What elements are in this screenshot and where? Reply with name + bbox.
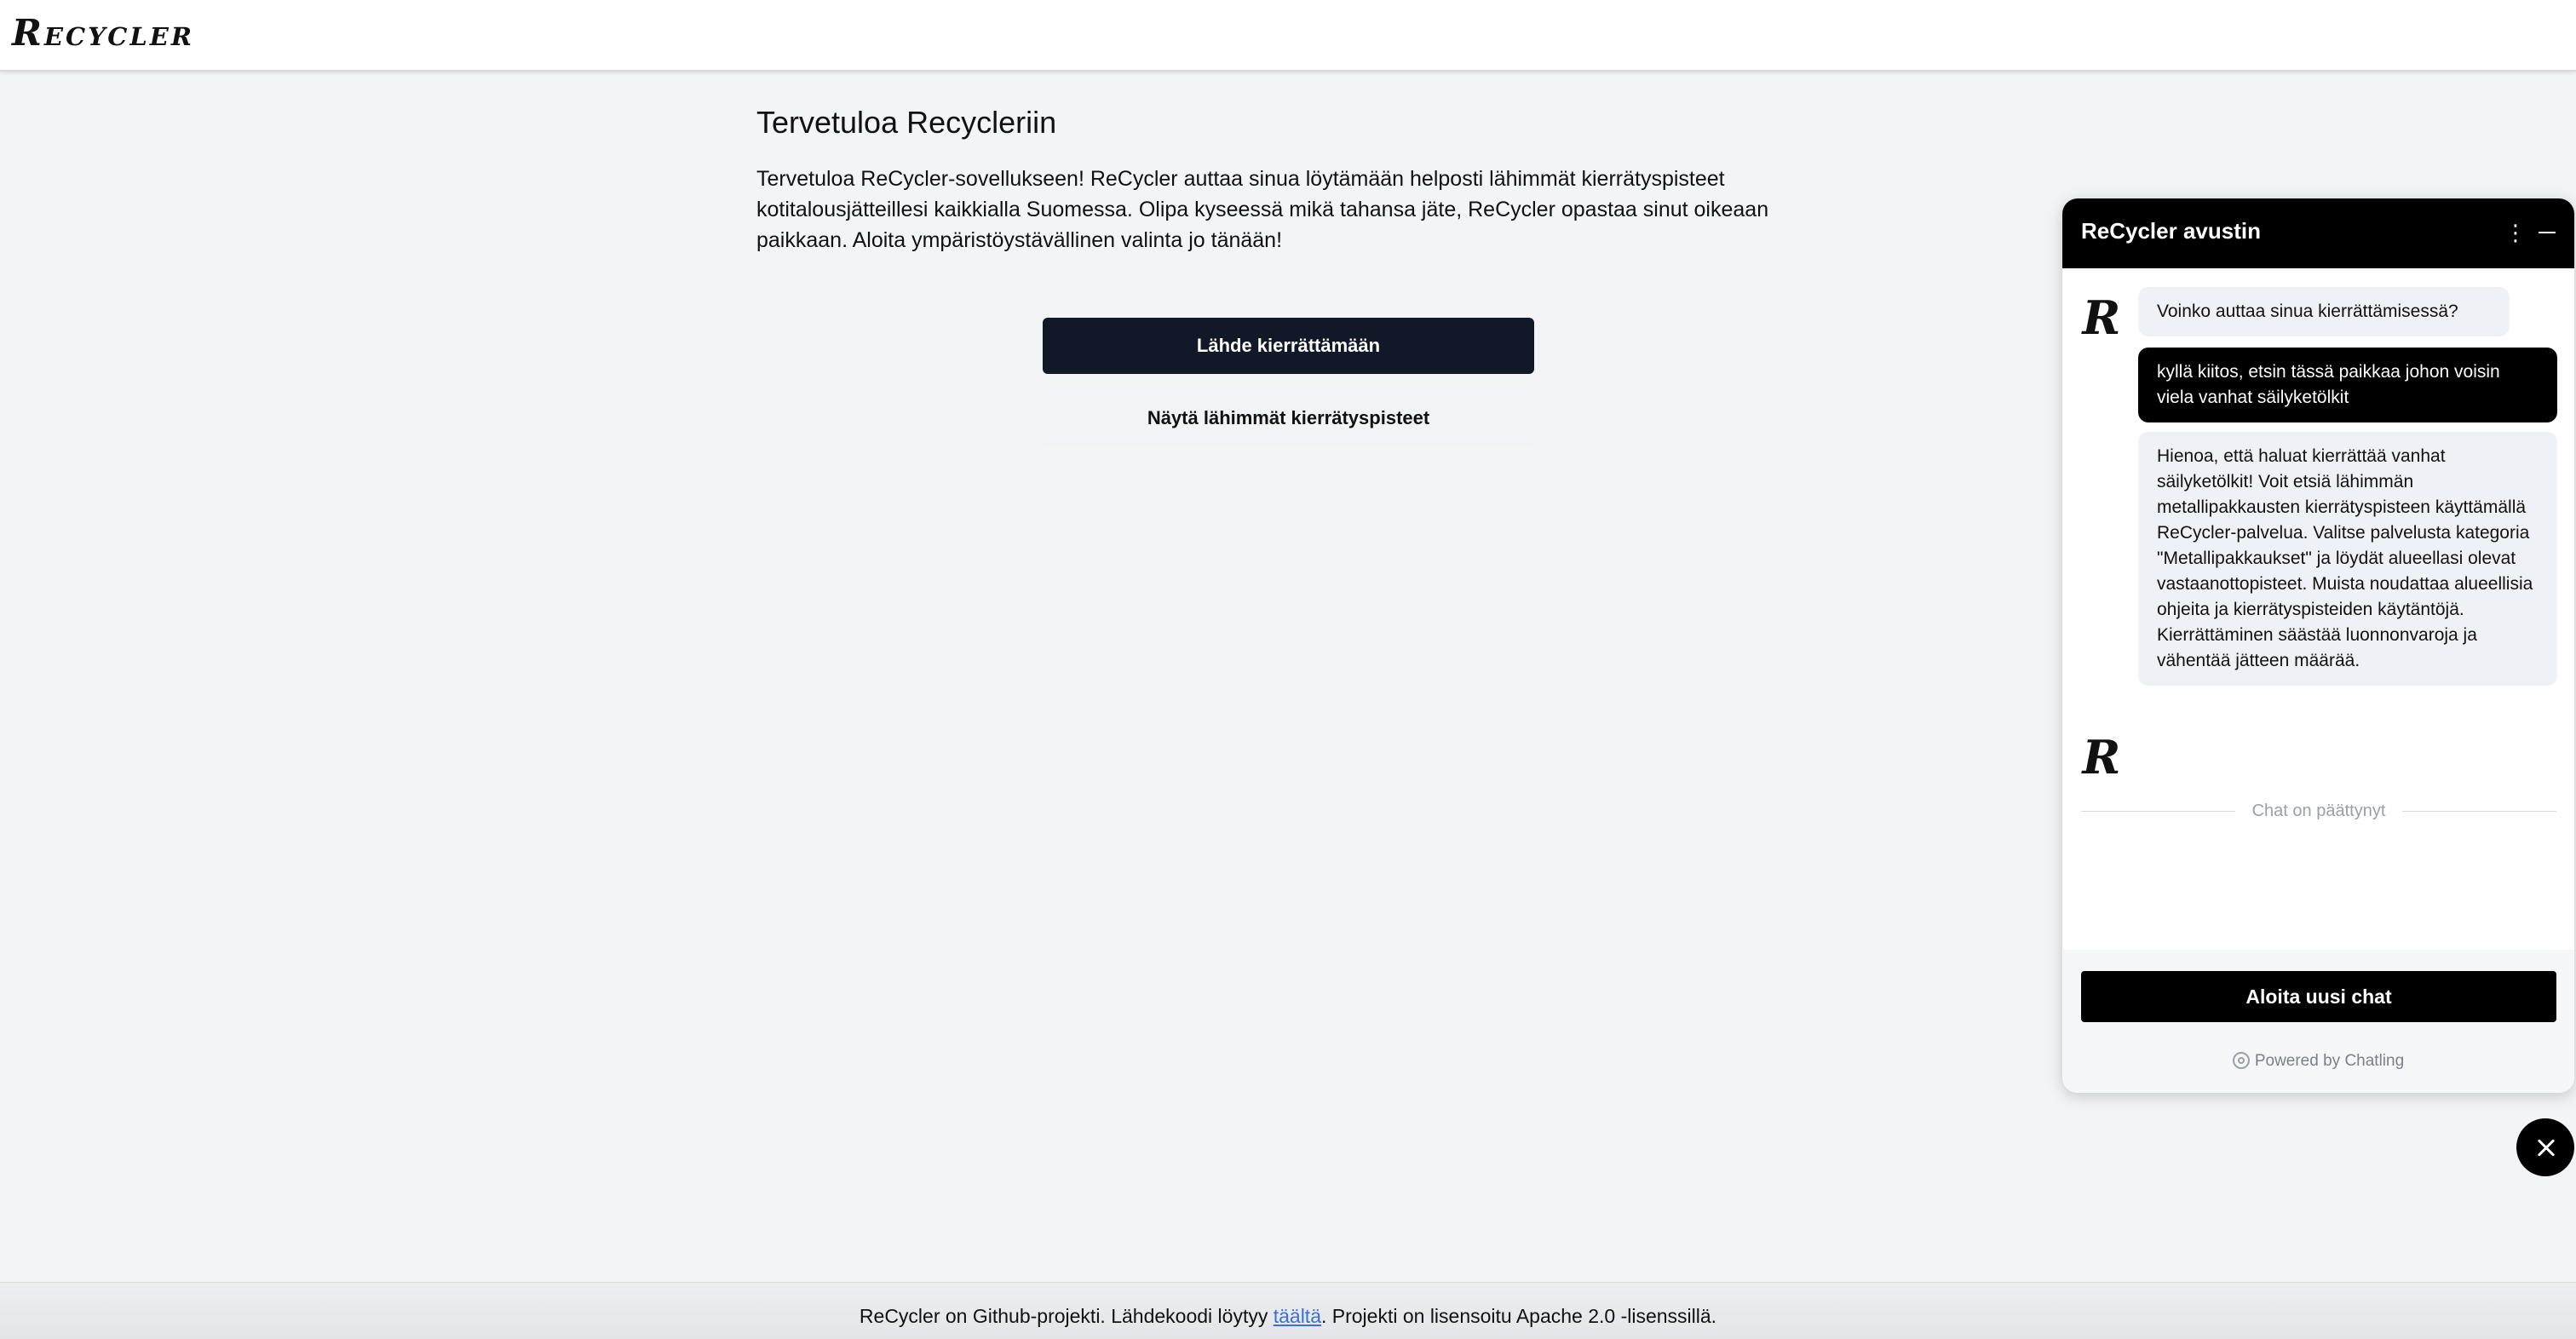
chat-ended-divider: Chat on päättynyt — [2081, 798, 2556, 824]
chat-footer: Aloita uusi chat Powered by Chatling — [2062, 950, 2574, 1093]
recycler-logo[interactable]: Recycler — [12, 12, 194, 54]
source-code-link[interactable]: täältä — [1274, 1305, 1321, 1327]
chatling-icon — [2232, 1052, 2250, 1069]
powered-by-label: Powered by Chatling — [2254, 1052, 2405, 1070]
page-footer: ReCycler on Github-projekti. Lähdekoodi … — [0, 1282, 2576, 1339]
user-message: kyllä kiitos, etsin tässä paikkaa johon … — [2138, 348, 2557, 422]
top-bar: Recycler — [0, 0, 2576, 72]
bot-message: Hienoa, että haluat kierrättää vanhat sä… — [2138, 432, 2557, 686]
show-nearest-points-button[interactable]: Näytä lähimmät kierrätyspisteet — [1043, 390, 1534, 446]
more-options-icon[interactable]: ⋮ — [2504, 217, 2527, 248]
new-chat-button[interactable]: Aloita uusi chat — [2081, 971, 2556, 1022]
footer-text-before: ReCycler on Github-projekti. Lähdekoodi … — [859, 1305, 1274, 1327]
intro-text: Tervetuloa ReCycler-sovellukseen! ReCycl… — [756, 167, 1769, 252]
start-recycling-button[interactable]: Lähde kierrättämään — [1043, 318, 1534, 374]
close-chat-button[interactable] — [2516, 1118, 2574, 1176]
bot-avatar: R — [2082, 290, 2121, 345]
powered-by[interactable]: Powered by Chatling — [2062, 1052, 2574, 1071]
chat-widget: ReCycler avustin ⋮ R Voinko auttaa sinua… — [2062, 198, 2574, 1093]
bot-avatar: R — [2082, 730, 2121, 784]
chat-messages: R Voinko auttaa sinua kierrättämisessä? … — [2062, 268, 2574, 950]
page-title: Tervetuloa Recycleriin — [756, 105, 1057, 140]
chat-ended-label: Chat on päättynyt — [2235, 798, 2402, 824]
footer-text-after: . Projekti on lisensoitu Apache 2.0 -lis… — [1320, 1305, 1717, 1327]
chat-header: ReCycler avustin ⋮ — [2062, 198, 2574, 268]
bot-message: Voinko auttaa sinua kierrättämisessä? — [2138, 287, 2510, 336]
minimize-icon[interactable] — [2532, 217, 2562, 248]
chat-title: ReCycler avustin — [2081, 218, 2261, 244]
main-content: Tervetuloa Recycleriin Tervetuloa ReCycl… — [756, 102, 1779, 277]
